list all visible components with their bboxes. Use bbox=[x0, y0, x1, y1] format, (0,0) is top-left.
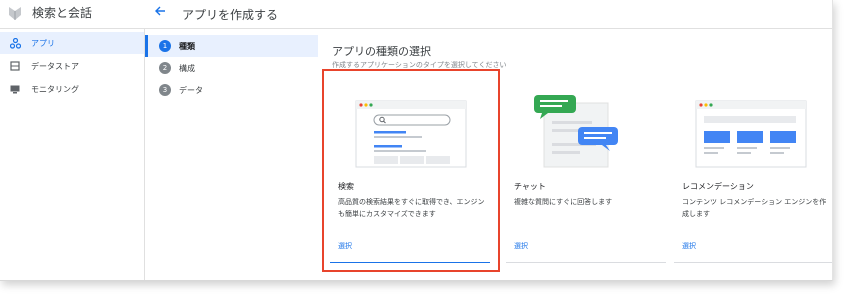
card-description: 複雑な質問にすぐに回答します bbox=[514, 198, 613, 206]
section-title: アプリの種類の選択 bbox=[332, 45, 431, 58]
chat-illustration bbox=[534, 95, 618, 168]
step-label: 構成 bbox=[179, 63, 195, 73]
card-description: コンテンツ レコメンデーション エンジンを作成します bbox=[682, 198, 827, 218]
monitoring-icon bbox=[9, 83, 21, 95]
step-number: 3 bbox=[159, 84, 171, 96]
recommendation-illustration bbox=[695, 100, 807, 168]
step-label: 種類 bbox=[179, 41, 195, 51]
page-title: アプリを作成する bbox=[182, 8, 279, 22]
product-header: 検索と会話 bbox=[8, 4, 92, 21]
step-data[interactable]: 3 データ bbox=[145, 79, 315, 101]
card-title: チャット bbox=[514, 182, 546, 191]
step-number: 1 bbox=[159, 40, 171, 52]
sidebar-item-label: モニタリング bbox=[31, 84, 79, 94]
sidebar-item-label: データストア bbox=[31, 61, 79, 71]
app-type-card-chat[interactable]: チャット 複雑な質問にすぐに回答します 選択 bbox=[506, 85, 666, 263]
arrow-left-icon[interactable] bbox=[154, 5, 166, 21]
step-type[interactable]: 1 種類 bbox=[145, 35, 318, 57]
sidebar-item-monitoring[interactable]: モニタリング bbox=[0, 78, 144, 100]
card-divider bbox=[506, 262, 666, 263]
datastore-icon bbox=[9, 60, 21, 72]
sidebar-item-datastore[interactable]: データストア bbox=[0, 55, 144, 77]
step-number: 2 bbox=[159, 62, 171, 74]
card-divider bbox=[674, 262, 832, 263]
product-logo-icon bbox=[8, 5, 22, 21]
step-config[interactable]: 2 構成 bbox=[145, 57, 315, 79]
sidebar-item-apps[interactable]: アプリ bbox=[0, 32, 144, 54]
step-label: データ bbox=[179, 85, 203, 95]
card-select-link[interactable]: 選択 bbox=[514, 241, 528, 251]
product-name: 検索と会話 bbox=[32, 6, 93, 20]
stepper: 1 種類 2 構成 3 データ bbox=[145, 29, 318, 280]
card-select-link[interactable]: 選択 bbox=[682, 241, 696, 251]
sidebar: アプリ データストア モニタリング bbox=[0, 29, 145, 280]
card-title: レコメンデーション bbox=[682, 182, 754, 191]
selection-highlight bbox=[322, 69, 500, 272]
apps-icon bbox=[9, 37, 21, 49]
top-bar: 検索と会話 アプリを作成する bbox=[0, 0, 832, 29]
sidebar-item-label: アプリ bbox=[31, 38, 55, 48]
app-type-card-recommendation[interactable]: レコメンデーション コンテンツ レコメンデーション エンジンを作成します 選択 bbox=[674, 85, 832, 263]
